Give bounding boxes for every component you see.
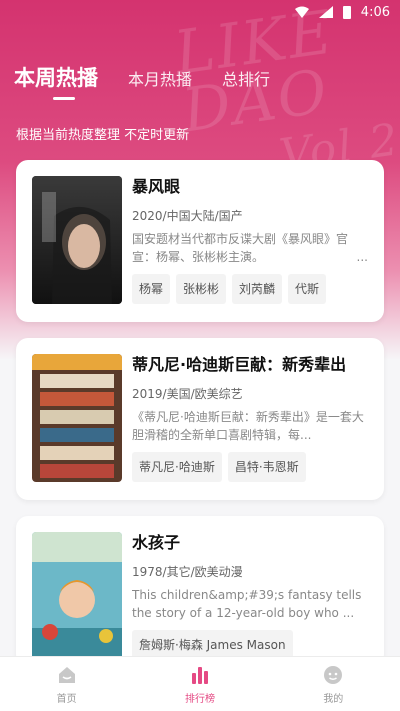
ranking-tabs: 本周热播 本月热播 总排行 bbox=[14, 62, 300, 92]
poster-image bbox=[32, 176, 122, 304]
tab-weekly[interactable]: 本周热播 bbox=[14, 62, 98, 92]
item-description: 《蒂凡尼·哈迪斯巨献：新秀辈出》是一套大胆滑稽的全新单口喜剧特辑，每... bbox=[132, 410, 364, 442]
tag-list: 蒂凡尼·哈迪斯 昌特·韦恩斯 bbox=[132, 452, 368, 482]
battery-icon bbox=[342, 5, 351, 19]
ranking-card[interactable]: 蒂凡尼·哈迪斯巨献：新秀辈出 2019/美国/欧美综艺 《蒂凡尼·哈迪斯巨献：新… bbox=[16, 338, 384, 500]
item-description: This children&amp;#39;s fantasy tells th… bbox=[132, 588, 362, 620]
cast-tag[interactable]: 代斯 bbox=[288, 274, 327, 304]
poster-image bbox=[32, 532, 122, 660]
nav-ranking[interactable]: 排行榜 bbox=[160, 664, 240, 705]
status-bar: 4:06 bbox=[0, 0, 400, 24]
signal-icon bbox=[318, 6, 333, 18]
tab-monthly[interactable]: 本月热播 bbox=[128, 66, 192, 90]
nav-profile[interactable]: 我的 bbox=[293, 664, 373, 705]
item-title[interactable]: 水孩子 bbox=[132, 532, 368, 554]
item-meta: 2019/美国/欧美综艺 bbox=[132, 387, 243, 401]
nav-ranking-label: 排行榜 bbox=[184, 693, 215, 705]
page-subtitle: 根据当前热度整理 不定时更新 bbox=[16, 128, 190, 143]
profile-icon bbox=[324, 665, 343, 684]
ranking-icon bbox=[191, 666, 208, 684]
tag-list: 杨幂 张彬彬 刘芮麟 代斯 bbox=[132, 274, 368, 304]
cast-tag[interactable]: 张彬彬 bbox=[176, 274, 227, 304]
poster-image bbox=[32, 354, 122, 482]
tab-indicator bbox=[53, 97, 75, 100]
wifi-icon bbox=[294, 6, 309, 18]
item-title[interactable]: 暴风眼 bbox=[132, 176, 368, 198]
nav-profile-label: 我的 bbox=[323, 693, 344, 705]
item-title[interactable]: 蒂凡尼·哈迪斯巨献：新秀辈出 bbox=[132, 354, 368, 376]
status-time: 4:06 bbox=[360, 4, 390, 20]
nav-home-label: 首页 bbox=[56, 693, 77, 705]
ranking-card[interactable]: 暴风眼 2020/中国大陆/国产 国安题材当代都市反谍大剧《暴风眼》官宣：杨幂、… bbox=[16, 160, 384, 322]
item-description: 国安题材当代都市反谍大剧《暴风眼》官宣：杨幂、张彬彬主演。... bbox=[132, 232, 368, 266]
item-meta: 2020/中国大陆/国产 bbox=[132, 209, 243, 223]
cast-tag[interactable]: 刘芮麟 bbox=[232, 274, 283, 304]
cast-tag[interactable]: 蒂凡尼·哈迪斯 bbox=[132, 452, 222, 482]
cast-tag[interactable]: 杨幂 bbox=[132, 274, 171, 304]
home-icon bbox=[58, 666, 75, 683]
nav-home[interactable]: 首页 bbox=[27, 664, 107, 705]
bottom-navigation: 首页 排行榜 我的 bbox=[0, 656, 400, 711]
tab-all-time[interactable]: 总排行 bbox=[222, 66, 270, 90]
item-meta: 1978/其它/欧美动漫 bbox=[132, 565, 243, 579]
cast-tag[interactable]: 昌特·韦恩斯 bbox=[227, 452, 306, 482]
ranking-card[interactable]: 水孩子 1978/其它/欧美动漫 This children&amp;#39;s… bbox=[16, 516, 384, 666]
